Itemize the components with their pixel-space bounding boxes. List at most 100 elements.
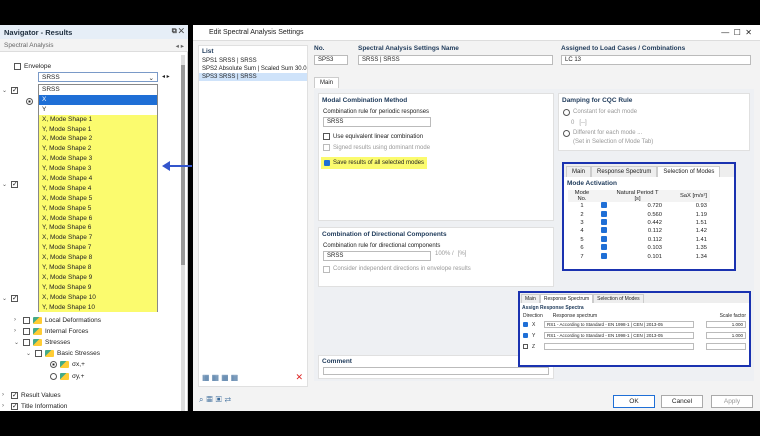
pin-close-icon[interactable]: ⧉ ✕ (172, 28, 184, 36)
constant-row[interactable]: Constant for each mode (559, 107, 749, 118)
list-toolbar-icons[interactable]: ▦▦▦▦ (202, 373, 240, 382)
mode-checkbox[interactable] (601, 235, 607, 242)
tree-basic-stresses[interactable]: ⌄ Basic Stresses (26, 348, 100, 358)
window-controls-icon[interactable]: — ☐ ✕ (721, 28, 752, 37)
chevron-right-icon[interactable]: › (2, 403, 8, 409)
dropdown-option[interactable]: X, Mode Shape 10 (39, 292, 157, 303)
dropdown-option[interactable]: Y (39, 105, 157, 115)
tab-main[interactable]: Main (314, 77, 340, 88)
cancel-button[interactable]: Cancel (661, 395, 703, 408)
scale-factor[interactable]: 1.000 (706, 332, 746, 339)
envelope-dropdown[interactable]: SRSS ⌄ (38, 72, 158, 82)
chevron-down-icon[interactable]: ⌄ (2, 87, 8, 94)
dropdown-option[interactable]: X (39, 94, 157, 105)
chevron-right-icon[interactable]: › (14, 328, 20, 334)
mode-checkbox[interactable] (601, 218, 607, 225)
dropdown-option[interactable]: X, Mode Shape 5 (39, 193, 157, 204)
tree-sx[interactable]: σx,+ (50, 359, 85, 369)
dropdown-option[interactable]: X, Mode Shape 9 (39, 272, 157, 283)
rule-select[interactable]: SRSS (323, 117, 431, 127)
comment-field[interactable] (323, 367, 549, 375)
envelope-checkbox[interactable] (14, 62, 21, 70)
dialog-toolbar-icons[interactable]: ⌕▦▣⇄ (199, 395, 234, 405)
dropdown-option[interactable]: X, Mode Shape 1 (39, 114, 157, 125)
dropdown-option[interactable]: X, Mode Shape 4 (39, 174, 157, 184)
rs-tab[interactable]: Response Spectrum (539, 294, 594, 303)
rs-row[interactable]: Z (520, 341, 749, 352)
chevron-down-icon[interactable]: ⌄ (2, 181, 8, 188)
radio[interactable] (26, 97, 33, 105)
rs-tab[interactable]: Main (521, 294, 540, 303)
scrollbar[interactable] (181, 55, 185, 411)
rs-select[interactable]: RS1 - According to Standard - EN 1998-1 … (544, 332, 694, 339)
dropdown-option[interactable]: Y, Mode Shape 2 (39, 144, 157, 155)
delete-icon[interactable]: ✕ (295, 372, 303, 383)
mode-checkbox[interactable] (601, 210, 607, 217)
dropdown-option[interactable]: Y, Mode Shape 5 (39, 203, 157, 214)
dropdown-option[interactable]: SRSS (39, 85, 157, 95)
chevron-down-icon[interactable]: ⌄ (14, 339, 20, 346)
chevron-down-icon[interactable]: ⌄ (26, 350, 32, 357)
dropdown-option[interactable]: X, Mode Shape 8 (39, 253, 157, 264)
list-item[interactable]: SPS2 Absolute Sum | Scaled Sum 30.0 (199, 65, 307, 73)
different-row[interactable]: Different for each mode ... (559, 128, 749, 139)
consider-row[interactable]: Consider independent directions in envel… (319, 261, 553, 278)
checkbox[interactable] (35, 349, 42, 357)
dropdown-option[interactable]: Y, Mode Shape 9 (39, 282, 157, 293)
chevron-down-icon[interactable]: ⌄ (2, 295, 8, 302)
radio[interactable] (50, 360, 57, 368)
dropdown-option[interactable]: Y, Mode Shape 6 (39, 223, 157, 234)
dropdown-option[interactable]: Y, Mode Shape 1 (39, 124, 157, 135)
dropdown-option[interactable]: Y, Mode Shape 3 (39, 164, 157, 175)
apply-button[interactable]: Apply (711, 395, 753, 408)
dropdown-option[interactable]: Y, Mode Shape 8 (39, 263, 157, 273)
result-type-selector[interactable]: Spectral Analysis ◂ ▸ (0, 39, 188, 52)
mode-checkbox[interactable] (601, 244, 607, 251)
mode-checkbox[interactable] (601, 227, 607, 234)
radio[interactable] (50, 372, 57, 380)
scale-factor[interactable] (706, 343, 746, 350)
checkbox[interactable] (11, 391, 18, 399)
assigned-field[interactable]: LC 13 (561, 55, 751, 65)
chevron-right-icon[interactable]: › (2, 392, 8, 398)
mode-checkbox[interactable] (601, 202, 607, 209)
dir-checkbox[interactable] (523, 322, 528, 327)
tree-result-values[interactable]: › Result Values (2, 390, 61, 400)
chevron-right-icon[interactable]: › (14, 317, 20, 323)
tree-row-1[interactable]: ⌄ (2, 85, 18, 95)
damping-value[interactable]: 0 [--] (559, 118, 749, 128)
rs-tab[interactable]: Selection of Modes (593, 294, 644, 303)
rs-select[interactable] (544, 343, 694, 350)
name-field[interactable]: SRSS | SRSS (358, 55, 553, 65)
rs-row[interactable]: X RS1 - According to Standard - EN 1998-1… (520, 319, 749, 330)
checkbox[interactable] (23, 338, 30, 346)
tree-local-deformations[interactable]: › Local Deformations (14, 315, 101, 325)
list-item[interactable]: SPS1 SRSS | SRSS (199, 57, 307, 65)
tree-stresses[interactable]: ⌄ Stresses (14, 337, 70, 347)
no-field[interactable]: SPS3 (314, 55, 348, 65)
dropdown-option[interactable]: Y, Mode Shape 10 (39, 302, 157, 313)
tree-title-info[interactable]: › Title Information (2, 401, 67, 411)
dir-checkbox[interactable] (523, 344, 528, 349)
nav-arrows-icon[interactable]: ◂ ▸ (162, 73, 170, 80)
dropdown-option[interactable]: Y, Mode Shape 4 (39, 183, 157, 194)
checkbox[interactable] (23, 316, 30, 324)
mode-tab[interactable]: Selection of Modes (657, 166, 721, 177)
checkbox[interactable] (11, 294, 18, 302)
dropdown-option[interactable]: Y, Mode Shape 7 (39, 243, 157, 254)
checkbox[interactable] (11, 180, 18, 188)
mode-tab[interactable]: Response Spectrum (591, 166, 658, 177)
rs-select[interactable]: RS1 - According to Standard - EN 1998-1 … (544, 321, 694, 328)
envelope-dropdown-list[interactable]: SRSS X Y X, Mode Shape 1 Y, Mode Shape 1 X, M… (38, 84, 158, 313)
envelope-row[interactable]: Envelope (14, 61, 51, 71)
tree-internal-forces[interactable]: › Internal Forces (14, 326, 88, 336)
save-results-row[interactable]: Save results of all selected modes (321, 157, 428, 169)
equiv-row[interactable]: Use equivalent linear combination (319, 127, 553, 142)
scale-factor[interactable]: 1.000 (706, 321, 746, 328)
nav-arrows-icon[interactable]: ◂ ▸ (176, 42, 184, 50)
dir-rule-select[interactable]: SRSS (323, 251, 431, 261)
checkbox[interactable] (11, 86, 18, 94)
signed-row[interactable]: Signed results using dominant mode (319, 142, 553, 153)
checkbox[interactable] (11, 402, 18, 410)
rs-row[interactable]: Y RS1 - According to Standard - EN 1998-1… (520, 330, 749, 341)
